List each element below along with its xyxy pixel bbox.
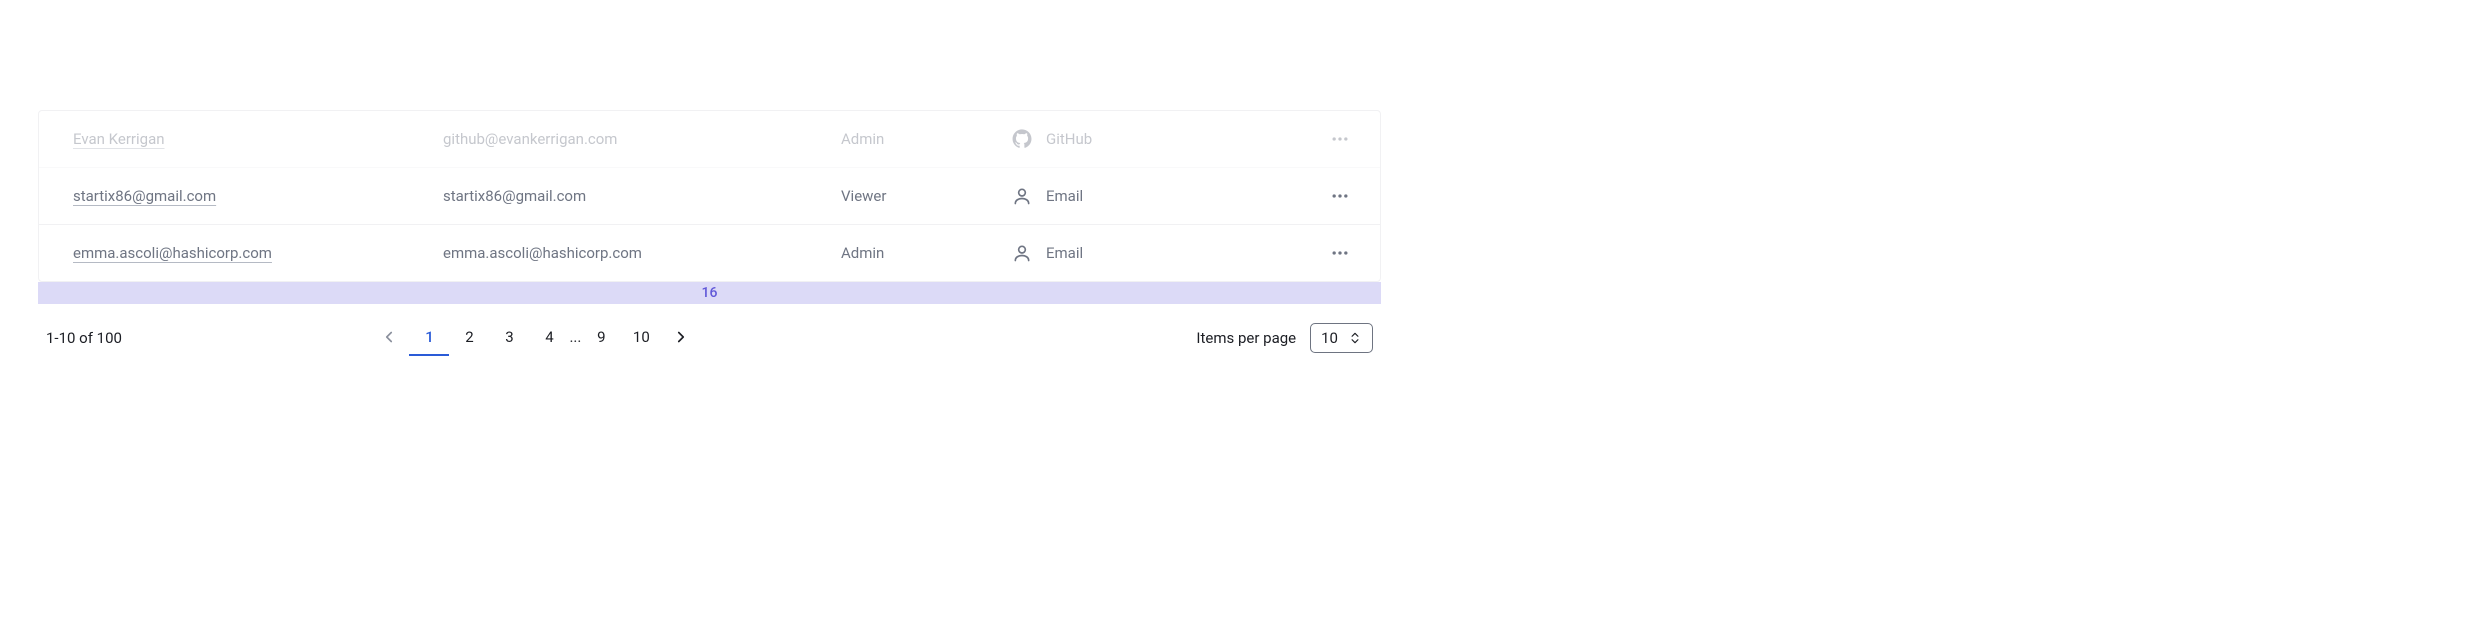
page-ellipsis: ...	[569, 328, 581, 346]
auth-label: Email	[1046, 187, 1083, 205]
auth-label: Email	[1046, 244, 1083, 262]
page-button-2[interactable]: 2	[449, 320, 489, 356]
user-email: emma.ascoli@hashicorp.com	[443, 244, 841, 262]
user-icon	[1012, 243, 1032, 263]
table-row: emma.ascoli@hashicorp.com emma.ascoli@has…	[39, 225, 1380, 281]
page-button-4[interactable]: 4	[529, 320, 569, 356]
prev-page-button[interactable]	[369, 320, 409, 356]
page-nav: 1234...910	[369, 320, 701, 356]
page-button-9[interactable]: 9	[581, 320, 621, 356]
page-button-1[interactable]: 1	[409, 320, 449, 356]
user-icon	[1012, 186, 1032, 206]
user-role: Admin	[841, 130, 1012, 148]
users-table: Evan Kerrigangithub@evankerrigan.comAdmi…	[38, 110, 1381, 282]
user-email: startix86@gmail.com	[443, 187, 841, 205]
user-name-link[interactable]: emma.ascoli@hashicorp.com	[73, 244, 272, 262]
pagination: 1-10 of 100 1234...910 Items per page 10	[38, 304, 1381, 356]
user-name-link[interactable]: startix86@gmail.com	[73, 187, 216, 205]
items-per-page-label: Items per page	[1196, 329, 1296, 347]
auth-label: GitHub	[1046, 130, 1092, 148]
page-range: 1-10 of 100	[46, 329, 122, 347]
items-per-page-select[interactable]: 10	[1310, 323, 1373, 353]
row-actions-button[interactable]	[1330, 186, 1350, 206]
page-button-10[interactable]: 10	[621, 320, 661, 356]
user-auth: Email	[1012, 243, 1310, 263]
user-role: Admin	[841, 244, 1012, 262]
user-role: Viewer	[841, 187, 1012, 205]
user-email: github@evankerrigan.com	[443, 130, 841, 148]
next-page-button[interactable]	[661, 320, 701, 356]
table-row: startix86@gmail.comstartix86@gmail.comVi…	[39, 168, 1380, 225]
table-row: Evan Kerrigan github@evankerrigan.comAdmi…	[39, 111, 1380, 168]
items-per-page-value: 10	[1321, 329, 1338, 347]
user-auth: GitHub	[1012, 129, 1310, 149]
row-actions-button[interactable]	[1330, 129, 1350, 149]
user-name-link[interactable]: Evan Kerrigan	[73, 130, 165, 148]
github-icon	[1012, 129, 1032, 149]
items-per-page: Items per page 10	[1196, 323, 1373, 353]
count-badge: 16	[38, 282, 1381, 304]
page-button-3[interactable]: 3	[489, 320, 529, 356]
row-actions-button[interactable]	[1330, 243, 1350, 263]
user-auth: Email	[1012, 186, 1310, 206]
